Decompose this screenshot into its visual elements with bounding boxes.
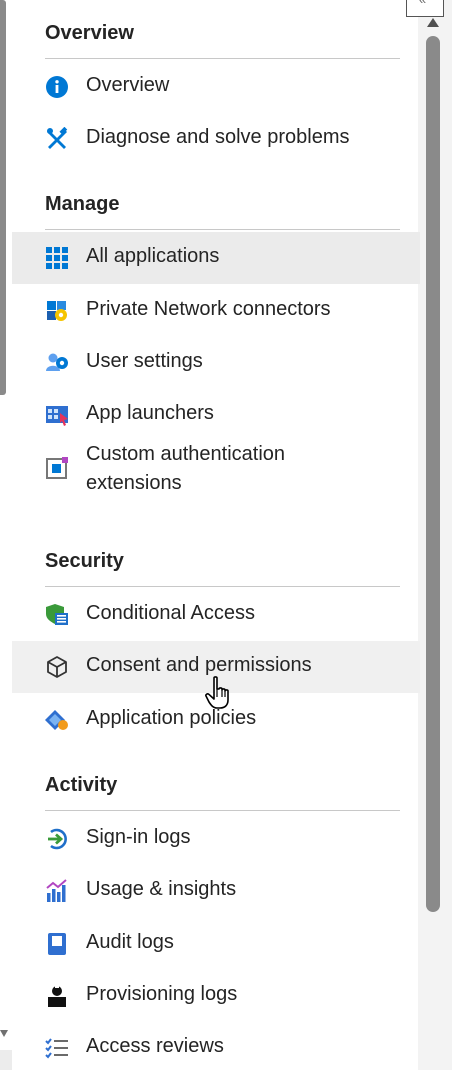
section-title-security: Security (45, 550, 124, 572)
grid-icon (46, 247, 68, 269)
scrollbar-thumb[interactable] (426, 36, 440, 912)
user-settings-icon (46, 353, 68, 371)
sign-in-icon (48, 828, 67, 850)
cube-icon (47, 656, 67, 678)
menu-item-label: Audit logs (86, 931, 174, 953)
section-divider (45, 229, 400, 230)
menu-item-sign-in-logs[interactable]: Sign-in logs (12, 813, 420, 865)
section-title-overview: Overview (45, 22, 134, 44)
tools-icon (47, 127, 68, 149)
section-title-manage: Manage (45, 193, 120, 215)
menu-item-label: Diagnose and solve problems (86, 126, 350, 148)
menu-item-user-settings[interactable]: User settings (12, 337, 420, 389)
section-divider (45, 586, 400, 587)
menu-item-label: Custom authentication extensions (86, 443, 286, 494)
section-title-activity: Activity (45, 774, 118, 796)
hand-cursor-icon (205, 676, 229, 709)
menu-item-label: Provisioning logs (86, 983, 238, 1005)
menu-item-app-launchers[interactable]: App launchers (12, 389, 420, 441)
menu-item-all-applications[interactable]: All applications (12, 232, 420, 284)
menu-item-custom-authentication-extensions[interactable]: Custom authentication extensions (12, 441, 420, 521)
shield-list-icon (46, 604, 68, 625)
book-icon (48, 933, 66, 955)
left-pane-edge (0, 0, 6, 395)
chart-icon (46, 879, 67, 902)
menu-item-private-network-connectors[interactable]: Private Network connectors (12, 285, 420, 337)
collapse-button[interactable]: « (406, 0, 444, 17)
scroll-up-arrow-icon[interactable] (427, 18, 439, 27)
scroll-down-arrow-icon[interactable] (0, 1030, 8, 1037)
menu-item-label: Overview (86, 74, 170, 96)
section-divider (45, 58, 400, 59)
menu-item-label: App launchers (86, 402, 214, 424)
menu-item-provisioning-logs[interactable]: Provisioning logs (12, 970, 420, 1022)
menu-item-audit-logs[interactable]: Audit logs (12, 918, 420, 970)
checklist-icon (45, 1038, 68, 1059)
menu-item-diagnose[interactable]: Diagnose and solve problems (12, 113, 420, 165)
extension-icon (46, 457, 68, 479)
double-chevron-icon: « (419, 0, 426, 7)
menu-item-label: All applications (86, 245, 220, 267)
menu-item-label: Consent and permissions (86, 654, 312, 676)
menu-item-label: Conditional Access (86, 602, 255, 624)
section-divider (45, 810, 400, 811)
left-pane-footer (0, 1050, 12, 1070)
connector-icon (47, 301, 67, 321)
app-launcher-icon (46, 406, 68, 426)
menu-item-label: Access reviews (86, 1035, 224, 1057)
menu-item-label: Application policies (86, 707, 257, 729)
person-icon (48, 985, 66, 1007)
menu-item-access-reviews[interactable]: Access reviews (12, 1022, 420, 1074)
menu-item-label: User settings (86, 350, 203, 372)
info-icon (46, 76, 68, 98)
menu-item-label: Sign-in logs (86, 826, 191, 848)
menu-item-usage-insights[interactable]: Usage & insights (12, 865, 420, 917)
policy-icon (45, 710, 68, 730)
menu-item-overview[interactable]: Overview (12, 61, 420, 113)
menu-item-conditional-access[interactable]: Conditional Access (12, 589, 420, 641)
menu-item-label: Usage & insights (86, 878, 237, 900)
menu-item-label: Private Network connectors (86, 298, 331, 320)
